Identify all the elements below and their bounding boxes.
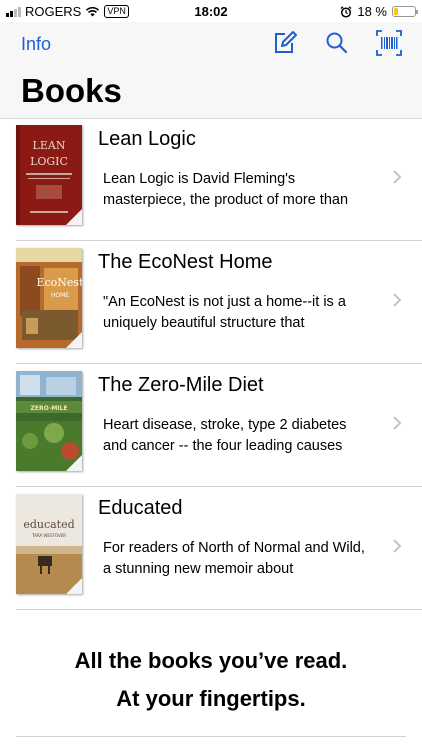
- battery-percent: 18 %: [357, 4, 387, 19]
- book-row-lean-logic[interactable]: LEAN LOGIC Lean Logic Lean Logic is Davi…: [0, 118, 422, 241]
- book-description: For readers of North of Normal and Wild,…: [103, 540, 365, 577]
- compose-icon[interactable]: [272, 30, 298, 56]
- book-cover-zero-mile-diet: ZERO-MILE: [16, 371, 82, 471]
- book-row-zero-mile-diet[interactable]: ZERO-MILE The Zero-Mile Diet Heart disea…: [0, 364, 422, 487]
- info-button[interactable]: Info: [21, 34, 51, 55]
- tagline-line-2: At your fingertips.: [116, 686, 306, 711]
- barcode-scan-icon[interactable]: [376, 30, 402, 56]
- nav-actions: [272, 30, 402, 56]
- svg-text:LOGIC: LOGIC: [30, 155, 68, 168]
- book-cover-econest-home: EcoNest HOME: [16, 248, 82, 348]
- book-title: The Zero-Mile Diet: [98, 374, 264, 396]
- svg-text:educated: educated: [23, 518, 74, 531]
- book-description: Heart disease, stroke, type 2 diabetes a…: [103, 417, 347, 454]
- book-title: The EcoNest Home: [98, 251, 273, 273]
- alarm-icon: [340, 5, 352, 18]
- chevron-right-icon: [393, 170, 402, 184]
- svg-text:HOME: HOME: [51, 292, 69, 299]
- book-cover-educated: educated TARA WESTOVER: [16, 494, 82, 594]
- search-icon[interactable]: [324, 30, 350, 56]
- tagline-line-1: All the books you’ve read.: [74, 648, 348, 673]
- book-title: Lean Logic: [98, 128, 196, 150]
- book-row-educated[interactable]: educated TARA WESTOVER Educated For read…: [0, 487, 422, 610]
- svg-text:EcoNest: EcoNest: [36, 276, 82, 289]
- book-list: LEAN LOGIC Lean Logic Lean Logic is Davi…: [0, 118, 422, 610]
- status-right: 18 %: [340, 4, 418, 19]
- book-title: Educated: [98, 497, 183, 519]
- bottom-divider: [16, 736, 406, 737]
- chevron-right-icon: [393, 539, 402, 553]
- chevron-right-icon: [393, 416, 402, 430]
- book-cover-lean-logic: LEAN LOGIC: [16, 125, 82, 225]
- book-row-econest-home[interactable]: EcoNest HOME The EcoNest Home "An EcoNes…: [0, 241, 422, 364]
- navigation-bar: Info Books: [0, 22, 422, 119]
- book-description: Lean Logic is David Fleming's masterpiec…: [103, 171, 349, 208]
- svg-text:TARA WESTOVER: TARA WESTOVER: [31, 533, 66, 538]
- row-divider: [16, 609, 422, 610]
- status-bar: ROGERS VPN 18:02 18 %: [0, 0, 422, 22]
- tagline: All the books you’ve read. At your finge…: [0, 642, 422, 718]
- page-title: Books: [21, 72, 122, 109]
- battery-icon: [392, 6, 418, 17]
- svg-text:ZERO-MILE: ZERO-MILE: [31, 405, 68, 412]
- book-description: "An EcoNest is not just a home--it is a …: [103, 294, 346, 331]
- chevron-right-icon: [393, 293, 402, 307]
- svg-text:LEAN: LEAN: [33, 139, 66, 152]
